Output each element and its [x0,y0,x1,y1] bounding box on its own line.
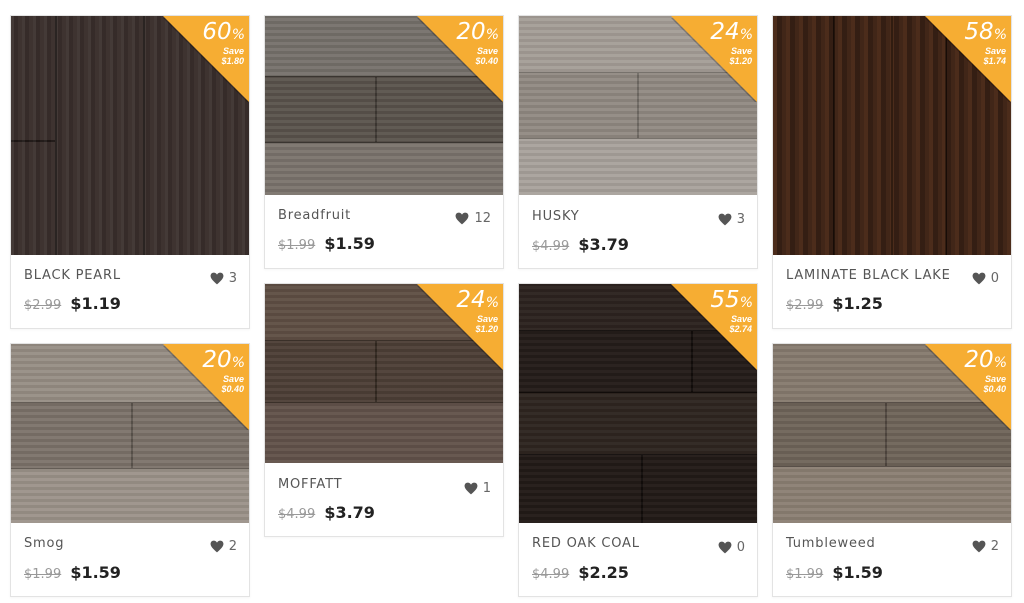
product-title[interactable]: Tumbleweed [786,536,876,551]
product-title[interactable]: LAMINATE BLACK LAKE [786,268,951,283]
product-card[interactable]: 24% Save $1.20 MOFFATT 1 $4.99 $3.79 [264,283,504,537]
product-image[interactable]: 58% Save $1.74 [773,16,1011,255]
like-button[interactable]: 3 [718,212,745,227]
like-button[interactable]: 2 [972,539,999,554]
discount-badge: 20% Save $0.40 [417,16,503,102]
like-button[interactable]: 0 [972,271,999,286]
product-image[interactable]: 24% Save $1.20 [519,16,757,195]
like-count: 0 [736,540,745,555]
like-count: 1 [482,481,491,496]
product-card[interactable]: 58% Save $1.74 LAMINATE BLACK LAKE 0 $2.9… [772,15,1012,329]
like-count: 0 [990,271,999,286]
price: $1.99 $1.59 [278,234,375,253]
product-image[interactable]: 55% Save $2.74 [519,284,757,523]
discount-badge: 24% Save $1.20 [417,284,503,370]
product-title[interactable]: Breadfruit [278,208,351,223]
sale-price: $1.59 [70,563,121,582]
old-price: $4.99 [532,239,570,254]
product-card[interactable]: 60% Save $1.80 BLACK PEARL 3 $2.99 $1.19 [10,15,250,329]
price: $2.99 $1.19 [24,294,121,313]
heart-icon [210,272,224,285]
heart-icon [464,482,478,495]
price: $2.99 $1.25 [786,294,883,313]
discount-badge: 20% Save $0.40 [163,344,249,430]
heart-icon [972,540,986,553]
price: $1.99 $1.59 [786,563,883,582]
product-image[interactable]: 60% Save $1.80 [11,16,249,255]
heart-icon [972,272,986,285]
product-image[interactable]: 20% Save $0.40 [265,16,503,195]
product-card[interactable]: 55% Save $2.74 RED OAK COAL 0 $4.99 $2.25 [518,283,758,597]
like-button[interactable]: 0 [718,540,745,555]
product-title[interactable]: Smog [24,536,64,551]
sale-price: $3.79 [578,235,629,254]
product-title[interactable]: RED OAK COAL [532,536,640,551]
old-price: $4.99 [532,567,570,582]
old-price: $1.99 [278,238,316,253]
price: $4.99 $2.25 [532,563,629,582]
product-card[interactable]: 20% Save $0.40 Breadfruit 12 $1.99 $1.59 [264,15,504,269]
old-price: $2.99 [786,298,824,313]
like-count: 2 [990,539,999,554]
old-price: $2.99 [24,298,62,313]
like-count: 12 [474,211,491,226]
like-count: 3 [736,212,745,227]
price: $4.99 $3.79 [532,235,629,254]
like-button[interactable]: 12 [455,211,491,226]
discount-badge: 60% Save $1.80 [163,16,249,102]
product-title[interactable]: BLACK PEARL [24,268,121,283]
discount-badge: 24% Save $1.20 [671,16,757,102]
like-button[interactable]: 3 [210,271,237,286]
sale-price: $1.59 [324,234,375,253]
sale-price: $1.19 [70,294,121,313]
heart-icon [456,212,469,225]
old-price: $1.99 [786,567,824,582]
price: $4.99 $3.79 [278,503,375,522]
discount-badge: 20% Save $0.40 [925,344,1011,430]
product-image[interactable]: 24% Save $1.20 [265,284,503,463]
discount-badge: 58% Save $1.74 [925,16,1011,102]
heart-icon [210,540,224,553]
old-price: $4.99 [278,507,316,522]
product-title[interactable]: HUSKY [532,209,580,224]
heart-icon [718,541,732,554]
discount-badge: 55% Save $2.74 [671,284,757,370]
product-card[interactable]: 20% Save $0.40 Smog 2 $1.99 $1.59 [10,343,250,597]
product-card[interactable]: 24% Save $1.20 HUSKY 3 $4.99 $3.79 [518,15,758,269]
like-button[interactable]: 2 [210,539,237,554]
product-image[interactable]: 20% Save $0.40 [11,344,249,523]
sale-price: $3.79 [324,503,375,522]
sale-price: $2.25 [578,563,629,582]
like-button[interactable]: 1 [464,481,491,496]
like-count: 2 [228,539,237,554]
sale-price: $1.59 [832,563,883,582]
old-price: $1.99 [24,567,62,582]
like-count: 3 [228,271,237,286]
heart-icon [718,213,732,226]
product-image[interactable]: 20% Save $0.40 [773,344,1011,523]
sale-price: $1.25 [832,294,883,313]
product-card[interactable]: 20% Save $0.40 Tumbleweed 2 $1.99 $1.59 [772,343,1012,597]
price: $1.99 $1.59 [24,563,121,582]
product-title[interactable]: MOFFATT [278,477,342,492]
